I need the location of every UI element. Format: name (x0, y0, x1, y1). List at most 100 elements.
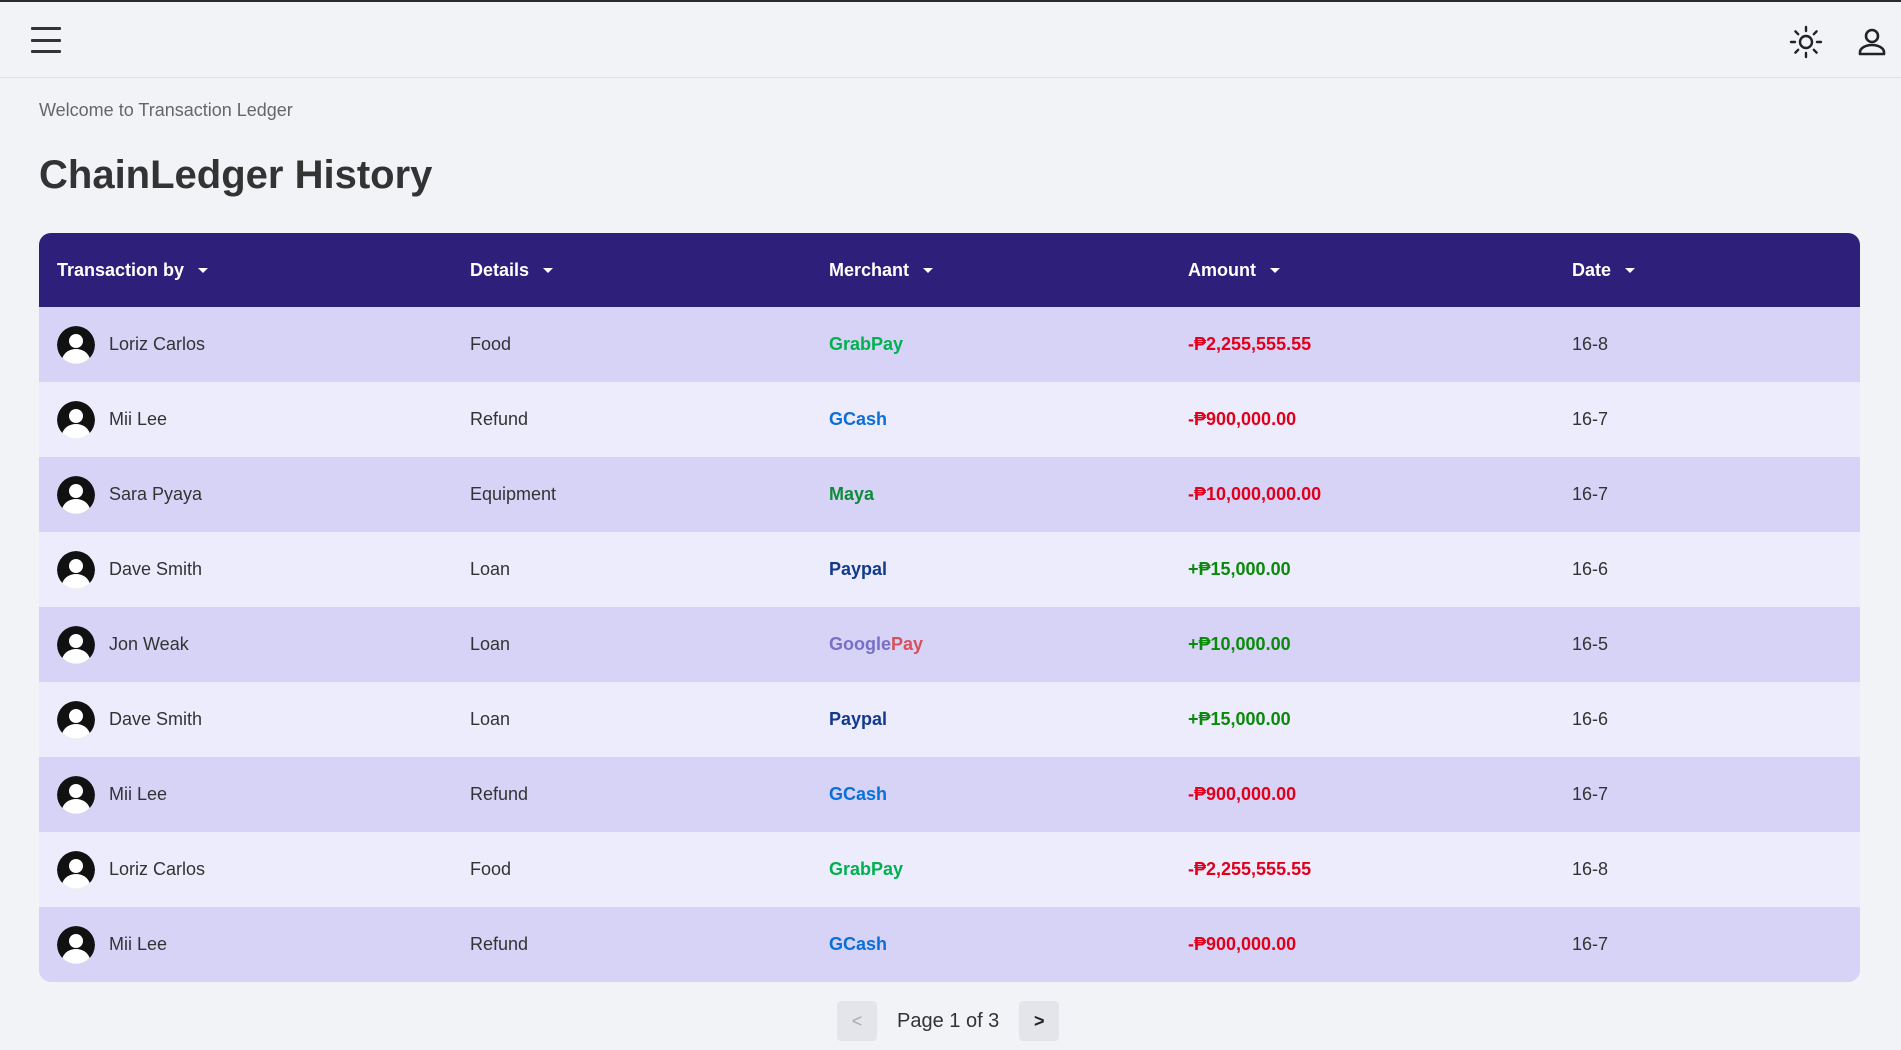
avatar (57, 550, 95, 589)
cell-transaction-by: Jon Weak (39, 625, 470, 664)
table-row[interactable]: Mii Lee Refund GCash -₱900,000.00 16-7 (39, 907, 1860, 982)
sort-caret-icon (923, 267, 934, 273)
cell-date: 16-6 (1572, 709, 1609, 729)
sun-icon[interactable] (1788, 24, 1824, 60)
page-title: ChainLedger History (39, 153, 433, 197)
avatar (57, 325, 95, 364)
cell-transaction-by: Dave Smith (39, 550, 470, 589)
column-label: Amount (1188, 259, 1256, 280)
column-header-details[interactable]: Details (470, 260, 829, 281)
sort-caret-icon (1269, 267, 1280, 273)
cell-date: 16-6 (1572, 559, 1609, 579)
user-name: Sara Pyaya (109, 484, 203, 504)
column-header-date[interactable]: Date (1572, 260, 1860, 281)
cell-amount: +₱10,000.00 (1188, 634, 1291, 654)
sort-caret-icon (198, 267, 209, 273)
cell-date: 16-5 (1572, 634, 1609, 654)
page-indicator: Page 1 of 3 (897, 1009, 1000, 1032)
user-name: Mii Lee (109, 934, 168, 954)
cell-transaction-by: Loriz Carlos (39, 850, 470, 889)
user-name: Mii Lee (109, 784, 168, 804)
cell-amount: -₱10,000,000.00 (1188, 484, 1322, 504)
cell-date: 16-7 (1572, 484, 1609, 504)
avatar (57, 775, 95, 814)
cell-details: Refund (470, 934, 529, 954)
user-icon[interactable] (1855, 25, 1889, 59)
cell-details: Loan (470, 559, 511, 579)
cell-date: 16-8 (1572, 859, 1609, 879)
table-row[interactable]: Mii Lee Refund GCash -₱900,000.00 16-7 (39, 382, 1860, 457)
cell-merchant: GCash (829, 784, 888, 804)
cell-amount: +₱15,000.00 (1188, 559, 1291, 579)
cell-amount: -₱2,255,555.55 (1188, 334, 1312, 354)
table-row[interactable]: Loriz Carlos Food GrabPay -₱2,255,555.55 16-… (39, 307, 1860, 382)
user-name: Dave Smith (109, 559, 203, 579)
cell-transaction-by: Dave Smith (39, 700, 470, 739)
cell-date: 16-7 (1572, 784, 1609, 804)
table-row[interactable]: Sara Pyaya Equipment Maya -₱10,000,000.00 16… (39, 457, 1860, 532)
cell-merchant: Maya (829, 484, 875, 504)
cell-transaction-by: Mii Lee (39, 400, 470, 439)
cell-details: Refund (470, 784, 529, 804)
column-header-amount[interactable]: Amount (1188, 260, 1572, 281)
next-page-button[interactable]: > (1019, 1001, 1060, 1041)
avatar (57, 850, 95, 889)
cell-merchant: GrabPay (829, 334, 904, 354)
column-header-merchant[interactable]: Merchant (829, 260, 1188, 281)
cell-transaction-by: Loriz Carlos (39, 325, 470, 364)
welcome-text: Welcome to Transaction Ledger (39, 100, 293, 120)
cell-merchant: GCash (829, 409, 888, 429)
sort-caret-icon (543, 267, 554, 273)
user-name: Loriz Carlos (109, 859, 206, 879)
avatar (57, 925, 95, 964)
cell-merchant: Google Pay (829, 634, 924, 654)
pagination: < Page 1 of 3 > (837, 1001, 1060, 1041)
top-bar (0, 0, 1901, 78)
cell-transaction-by: Mii Lee (39, 775, 470, 814)
avatar (57, 475, 95, 514)
avatar (57, 700, 95, 739)
cell-details: Loan (470, 634, 511, 654)
user-name: Mii Lee (109, 409, 168, 429)
cell-date: 16-7 (1572, 409, 1609, 429)
avatar (57, 625, 95, 664)
cell-merchant: GrabPay (829, 859, 904, 879)
cell-amount: +₱15,000.00 (1188, 709, 1291, 729)
cell-transaction-by: Mii Lee (39, 925, 470, 964)
table-header: Transaction by Details Merchant Amount D… (39, 233, 1860, 307)
previous-page-button[interactable]: < (837, 1001, 877, 1041)
table-body: Loriz Carlos Food GrabPay -₱2,255,555.55 16-… (39, 307, 1860, 982)
avatar (57, 400, 95, 439)
cell-transaction-by: Sara Pyaya (39, 475, 470, 514)
hamburger-menu-icon[interactable] (30, 24, 62, 56)
column-label: Date (1572, 259, 1612, 280)
cell-merchant: GCash (829, 934, 888, 954)
cell-details: Equipment (470, 484, 557, 504)
cell-details: Food (470, 859, 512, 879)
column-label: Transaction by (57, 259, 185, 280)
cell-merchant: Paypal (829, 559, 888, 579)
transactions-table: Transaction by Details Merchant Amount D… (39, 233, 1860, 982)
sort-caret-icon (1625, 267, 1636, 273)
table-row[interactable]: Dave Smith Loan Paypal +₱15,000.00 16-6 (39, 532, 1860, 607)
cell-amount: -₱2,255,555.55 (1188, 859, 1312, 879)
user-name: Jon Weak (109, 634, 189, 654)
column-header-transaction-by[interactable]: Transaction by (39, 260, 470, 281)
table-row[interactable]: Dave Smith Loan Paypal +₱15,000.00 16-6 (39, 682, 1860, 757)
table-row[interactable]: Loriz Carlos Food GrabPay -₱2,255,555.55 16-… (39, 832, 1860, 907)
cell-details: Food (470, 334, 512, 354)
table-row[interactable]: Jon Weak Loan Google Pay +₱10,000.00 16-5 (39, 607, 1860, 682)
cell-date: 16-8 (1572, 334, 1609, 354)
user-name: Dave Smith (109, 709, 203, 729)
column-label: Merchant (829, 259, 910, 280)
cell-merchant: Paypal (829, 709, 888, 729)
cell-amount: -₱900,000.00 (1188, 934, 1297, 954)
cell-amount: -₱900,000.00 (1188, 409, 1297, 429)
cell-amount: -₱900,000.00 (1188, 784, 1297, 804)
table-row[interactable]: Mii Lee Refund GCash -₱900,000.00 16-7 (39, 757, 1860, 832)
cell-details: Loan (470, 709, 511, 729)
user-name: Loriz Carlos (109, 334, 206, 354)
cell-details: Refund (470, 409, 529, 429)
column-label: Details (470, 259, 530, 280)
cell-date: 16-7 (1572, 934, 1609, 954)
